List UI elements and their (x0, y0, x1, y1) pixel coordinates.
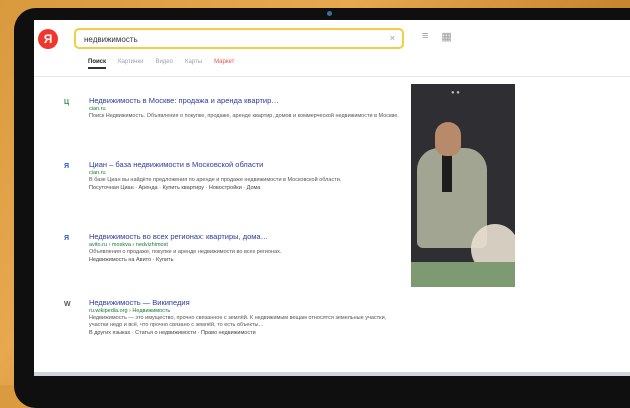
filter-icon[interactable]: ≡ (422, 30, 428, 43)
result-title-link[interactable]: Недвижимость — Википедия (89, 298, 407, 307)
search-box[interactable]: × (74, 28, 404, 49)
site-favicon-icon: Я (64, 163, 70, 170)
search-tabs: Поиск Картинки Видео Карты Маркет (88, 59, 234, 69)
result-title-link[interactable]: Циан – база недвижимости в Московской об… (89, 160, 407, 169)
person-head (435, 122, 461, 156)
site-favicon-icon: Я (64, 235, 70, 242)
taskbar (34, 372, 630, 376)
header-divider (34, 76, 630, 77)
camera-dot (327, 11, 332, 16)
site-favicon-icon: W (64, 301, 71, 308)
tab-search[interactable]: Поиск (88, 59, 107, 69)
result-snippet: Недвижимость — это имущество, прочно свя… (89, 315, 387, 328)
result-sitelinks[interactable]: Недвижимость на Авито · Купить (89, 256, 407, 264)
tab-maps[interactable]: Карты (185, 59, 202, 69)
result-title-link[interactable]: Недвижимость в Москве: продажа и аренда … (89, 96, 407, 105)
table (411, 262, 515, 287)
yandex-logo-icon[interactable]: Я (38, 29, 58, 49)
result-url[interactable]: avito.ru › moskva › nedvizhimost (89, 241, 407, 249)
ceiling-lights: ● ● (451, 90, 460, 96)
tab-market[interactable]: Маркет (214, 59, 234, 69)
result-sitelinks[interactable]: Посуточная Циан · Аренда · Купить кварти… (89, 184, 407, 192)
tab-images[interactable]: Картинки (118, 59, 143, 69)
result-snippet: Объявления о продаже, покупке и аренде н… (89, 249, 282, 255)
result-url[interactable]: cian.ru (89, 105, 407, 113)
search-input[interactable] (84, 33, 374, 45)
clear-icon[interactable]: × (390, 33, 395, 43)
person-shirt (442, 152, 452, 192)
result-snippet: В базе Циан вы найдёте предложения по ар… (89, 177, 342, 183)
grid-icon[interactable]: ▦ (441, 30, 451, 43)
result-snippet: Поиск Недвижимость. Объявления о покупке… (89, 113, 399, 119)
tab-video[interactable]: Видео (155, 59, 173, 69)
person-photo[interactable]: ● ● (411, 84, 515, 287)
result-title-link[interactable]: Недвижимость во всех регионах: квартиры,… (89, 232, 407, 241)
result-sitelinks[interactable]: В других языках · Статья о недвижимости … (89, 329, 407, 337)
search-tools: ≡ ▦ (422, 30, 452, 43)
result-url[interactable]: ru.wikipedia.org › Недвижимость (89, 307, 407, 315)
browser-screen: Я × ≡ ▦ Поиск Картинки Видео Карты Марке… (34, 20, 630, 376)
result-url[interactable]: cian.ru (89, 169, 407, 177)
site-favicon-icon: Ц (64, 99, 70, 106)
